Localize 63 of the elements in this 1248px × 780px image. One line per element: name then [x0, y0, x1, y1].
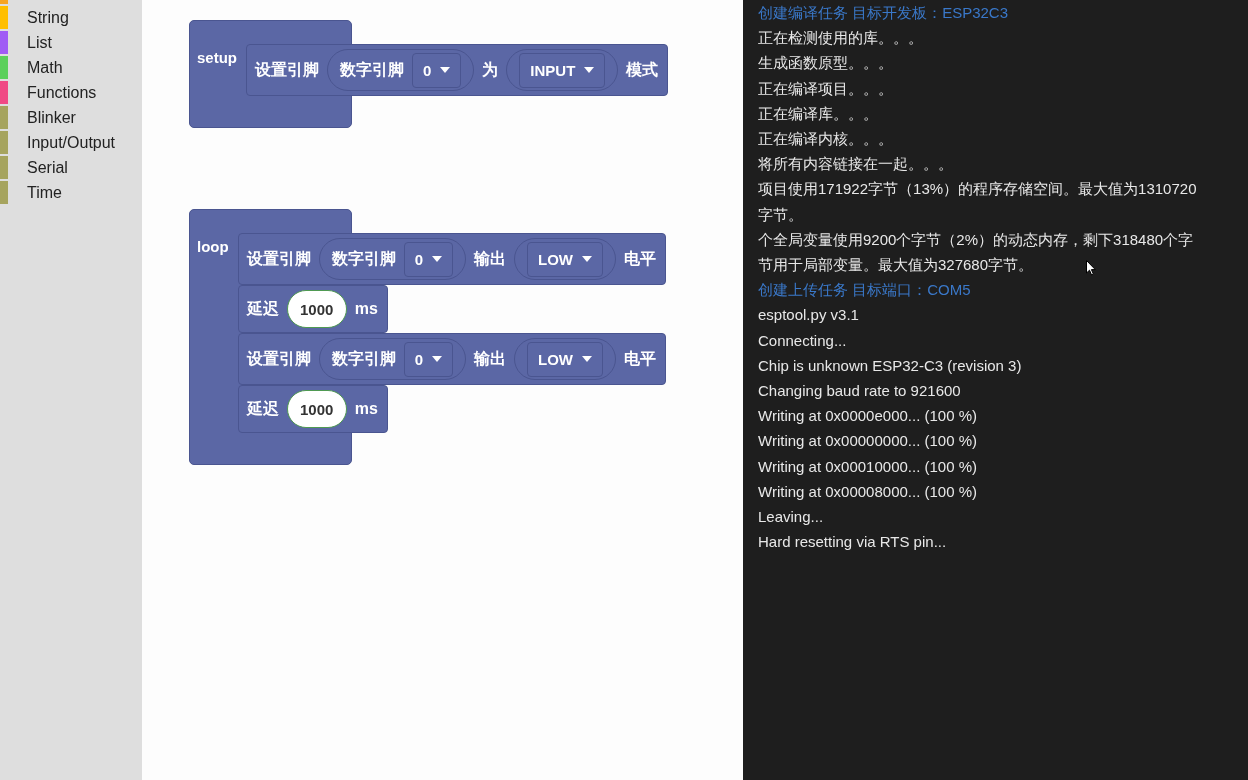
- block-text: 设置引脚: [246, 248, 311, 269]
- log-line: Leaving...: [758, 507, 824, 528]
- log-line: 正在编译项目。。。: [758, 78, 893, 99]
- block-text: ms: [354, 300, 378, 318]
- dropdown[interactable]: INPUT: [519, 52, 606, 88]
- block-text: 设置引脚: [255, 59, 319, 80]
- log-line: 将所有内容链接在一起。。。: [758, 154, 953, 175]
- log-line: Writing at 0x0000e000... (100 %): [758, 406, 978, 427]
- block-text: 电平: [624, 348, 656, 369]
- caret-icon: [432, 356, 442, 362]
- caret-icon: [582, 256, 592, 262]
- category-item[interactable]: Serial: [0, 155, 142, 180]
- block-text: 数字引脚: [331, 348, 396, 369]
- log-line: 节用于局部变量。最大值为327680字节。: [758, 255, 1034, 276]
- block-text: ms: [354, 400, 378, 418]
- log-line: 正在编译库。。。: [758, 103, 878, 124]
- mouse-pointer-icon: [1086, 260, 1096, 276]
- log-line: 字节。: [758, 204, 803, 225]
- block-text: 输出: [474, 348, 506, 369]
- block-text: 设置引脚: [246, 348, 311, 369]
- log-line: 创建编译任务 目标开发板：ESP32C3: [758, 3, 1009, 23]
- block-text: 电平: [624, 248, 656, 269]
- category-item[interactable]: Math: [0, 55, 142, 80]
- category-item[interactable]: Time: [0, 180, 142, 205]
- log-line: 正在检测使用的库。。。: [758, 28, 923, 49]
- dropdown[interactable]: 0: [403, 241, 453, 277]
- caret-icon: [584, 67, 595, 73]
- number-field[interactable]: 1000: [286, 290, 347, 328]
- dropdown[interactable]: LOW: [527, 241, 603, 277]
- log-line: esptool.py v3.1: [758, 305, 859, 326]
- block-text: 为: [482, 59, 499, 80]
- log-line: 生成函数原型。。。: [758, 53, 893, 74]
- block-text: 数字引脚: [331, 248, 396, 269]
- block-text: 延迟: [246, 398, 279, 419]
- dropdown[interactable]: LOW: [527, 341, 603, 377]
- log-line: Writing at 0x00010000... (100 %): [758, 456, 978, 477]
- caret-icon: [432, 256, 442, 262]
- log-line: Changing baud rate to 921600: [758, 381, 961, 402]
- block-text: 延迟: [246, 298, 279, 319]
- block-text: 数字引脚: [340, 59, 404, 80]
- log-line: 项目使用171922字节（13%）的程序存储空间。最大值为1310720: [758, 179, 1197, 200]
- dropdown[interactable]: 0: [403, 341, 453, 377]
- category-item[interactable]: Functions: [0, 80, 142, 105]
- category-item[interactable]: String: [0, 5, 142, 30]
- log-line: 正在编译内核。。。: [758, 129, 893, 149]
- category-item[interactable]: List: [0, 30, 142, 55]
- log-line: Writing at 0x00000000... (100 %): [758, 431, 978, 452]
- category-item[interactable]: Input/Output: [0, 130, 142, 155]
- category-item[interactable]: Blinker: [0, 105, 142, 130]
- log-line: 个全局变量使用9200个字节（2%）的动态内存，剩下318480个字: [758, 229, 1194, 250]
- log-line: Hard resetting via RTS pin...: [758, 532, 947, 553]
- log-line: Connecting...: [758, 330, 847, 351]
- log-line: Writing at 0x00008000... (100 %): [758, 481, 978, 502]
- log-line: 创建上传任务 目标端口：COM5: [758, 280, 971, 301]
- dropdown[interactable]: 0: [412, 52, 462, 88]
- block-text: 输出: [474, 248, 506, 269]
- block-label: setup: [197, 49, 237, 67]
- caret-icon: [582, 356, 592, 362]
- log-line: Chip is unknown ESP32-C3 (revision 3): [758, 355, 1022, 376]
- block-label: loop: [197, 238, 229, 256]
- block-text: 模式: [626, 59, 659, 80]
- caret-icon: [440, 67, 451, 73]
- number-field[interactable]: 1000: [286, 390, 347, 428]
